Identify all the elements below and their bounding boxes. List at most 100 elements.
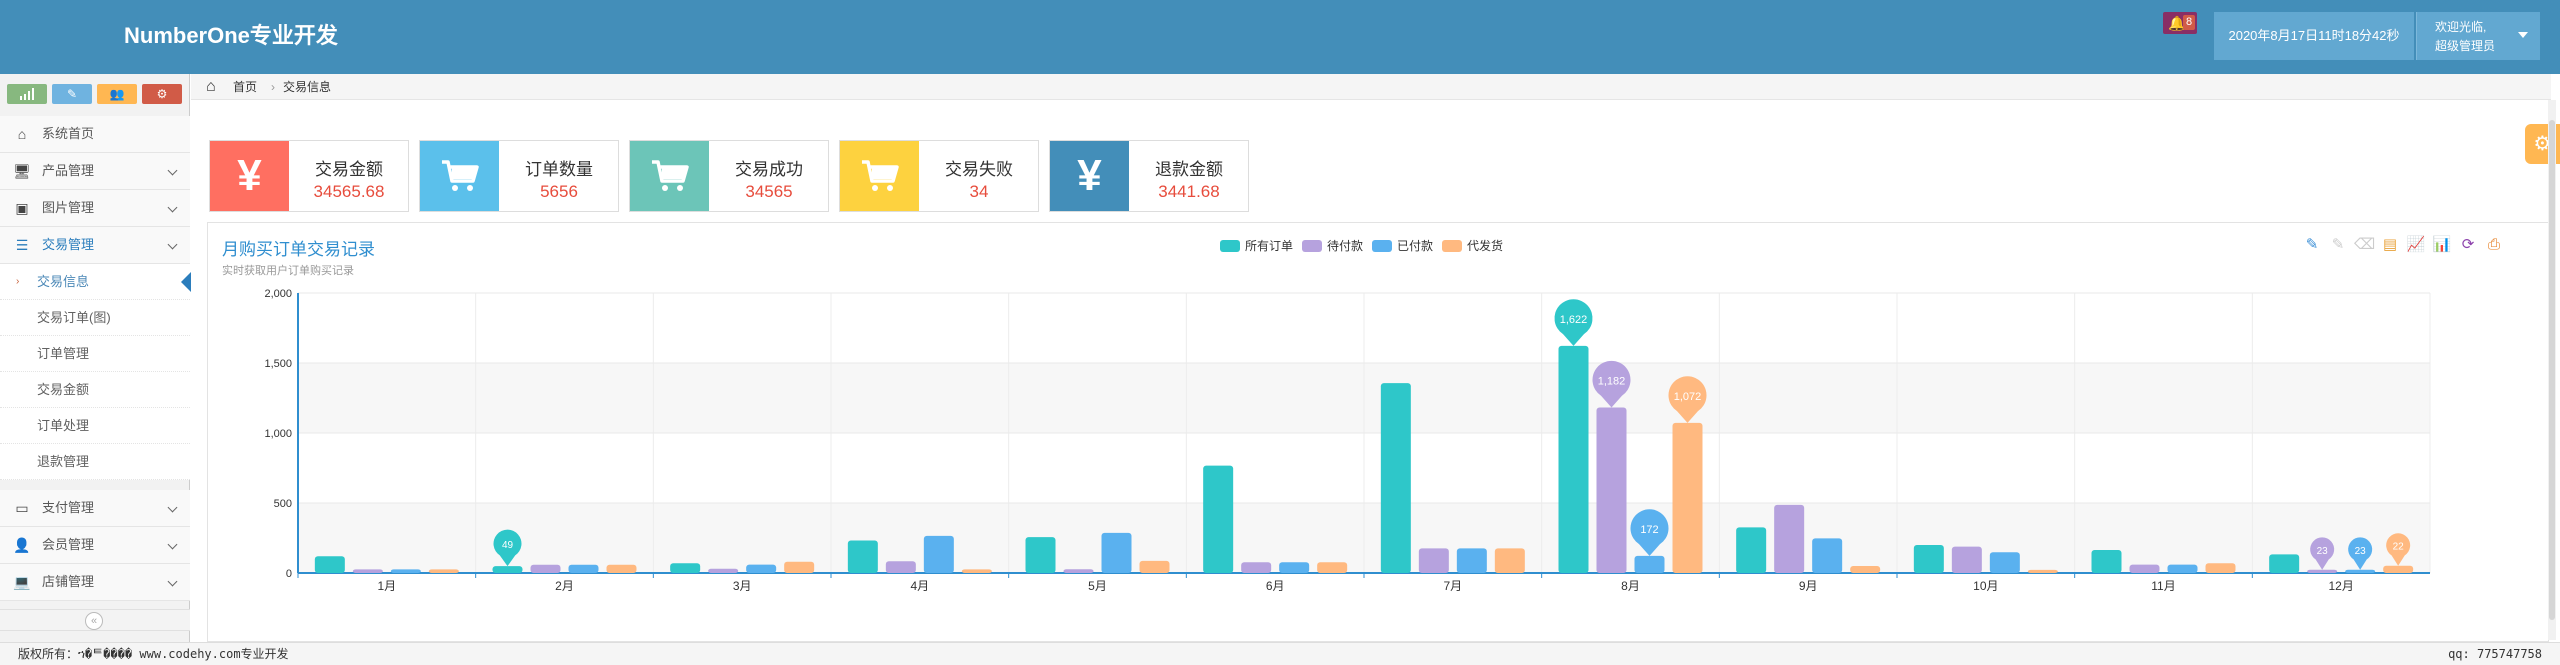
sidebar-subitem-trade-info[interactable]: › 交易信息 (0, 264, 191, 300)
sidebar-item-pictures[interactable]: ▣ 图片管理 (0, 190, 190, 227)
shortcut-settings-button[interactable]: ⚙ (142, 84, 182, 104)
bar-3-4 (923, 535, 954, 573)
desktop-icon: 🖥 (13, 163, 31, 179)
bar-1-5 (1025, 537, 1056, 573)
brand-logo[interactable]: NumberOne专业开发 (124, 18, 338, 50)
sidebar-subitem-label: 订单管理 (37, 346, 90, 361)
mark-clear-tool-button[interactable]: ⌫ (2354, 235, 2375, 255)
breadcrumb: ⌂ 首页 › 交易信息 (191, 74, 2551, 100)
sidebar-subitem-order-processing[interactable]: 订单处理 (0, 408, 190, 444)
sidebar-item-label: 图片管理 (42, 200, 95, 215)
bar-1-11 (2091, 550, 2122, 573)
bar-chart-tool-button[interactable]: 📊 (2432, 235, 2452, 255)
bar-2-5 (1063, 569, 1094, 573)
marker-label: 172 (1640, 524, 1658, 536)
stat-card-trade-success: 交易成功 34565 (629, 140, 829, 212)
sidebar-item-transactions[interactable]: ☰ 交易管理 (0, 227, 190, 264)
data-view-tool-button[interactable]: ▤ (2380, 235, 2400, 255)
bar-3-2 (568, 564, 599, 573)
chevron-down-icon (167, 165, 178, 176)
bar-4-9 (1850, 566, 1881, 573)
mark-undo-tool-button[interactable]: ✎ (2328, 235, 2348, 255)
sidebar-item-label: 店铺管理 (42, 574, 95, 589)
marker-label: 1,072 (1674, 391, 1702, 403)
bar-1-2 (492, 566, 523, 573)
stat-label: 交易金额 (315, 160, 383, 179)
footer-qq: qq: 775747758 (2448, 647, 2542, 661)
bar-2-10 (1951, 546, 1982, 573)
scrollbar-thumb[interactable] (2549, 120, 2555, 620)
legend-item-pending-payment[interactable]: 待付款 (1302, 237, 1363, 254)
line-chart-icon: 📈 (2406, 236, 2426, 253)
notification-button[interactable]: 🔔 8 (2163, 12, 2197, 34)
bar-4-6 (1317, 562, 1348, 573)
stat-value: 3441.68 (1158, 182, 1220, 201)
sidebar-subitem-trade-amount[interactable]: 交易金额 (0, 372, 190, 408)
bar-chart-icon: 📊 (2432, 236, 2452, 253)
sidebar-item-stores[interactable]: 💻 店铺管理 (0, 564, 190, 601)
sidebar-item-members[interactable]: 👤 会员管理 (0, 527, 190, 564)
sidebar-subitem-trade-orders-chart[interactable]: 交易订单(图) (0, 300, 190, 336)
legend-swatch (1442, 240, 1462, 252)
legend-item-paid[interactable]: 已付款 (1372, 237, 1433, 254)
x-tick-label: 10月 (1973, 579, 1998, 593)
mark-tool-button[interactable]: ✎ (2302, 235, 2322, 255)
legend-item-all-orders[interactable]: 所有订单 (1220, 237, 1293, 254)
legend-swatch (1220, 240, 1240, 252)
shortcut-users-button[interactable]: 👥 (97, 84, 137, 104)
bar-chart: 0 500 1,000 1,500 2,000 1月 2月 3月 4月 5月 6月 7月 8月 9月 10月… (264, 288, 2431, 593)
group-icon: 👥 (109, 87, 125, 101)
sidebar-item-payments[interactable]: ▭ 支付管理 (0, 490, 190, 527)
breadcrumb-home-link[interactable]: 首页 (233, 74, 257, 100)
bar-4-2 (606, 564, 637, 573)
x-tick-label: 3月 (733, 579, 752, 593)
bar-1-3 (670, 563, 701, 573)
x-tick-label: 8月 (1621, 579, 1640, 593)
page-scrollbar[interactable] (2548, 100, 2556, 640)
bar-2-11 (2129, 564, 2160, 573)
chevron-down-icon (167, 239, 178, 250)
y-tick-label: 500 (274, 498, 292, 510)
sidebar-subitem-order-management[interactable]: 订单管理 (0, 336, 190, 372)
x-tick-label: 7月 (1443, 579, 1462, 593)
shortcut-edit-button[interactable]: ✎ (52, 84, 92, 104)
x-tick-label: 9月 (1799, 579, 1818, 593)
sidebar-collapse-button[interactable]: « (85, 612, 103, 630)
sidebar-subitem-label: 交易金额 (37, 382, 90, 397)
legend-item-to-ship[interactable]: 代发货 (1442, 237, 1503, 254)
user-menu-button[interactable]: 欢迎光临, 超级管理员 (2416, 12, 2540, 60)
marker-label: 1,622 (1560, 314, 1588, 326)
sidebar-subitem-refund-management[interactable]: 退款管理 (0, 444, 190, 480)
bar-4-5 (1139, 560, 1170, 573)
x-tick-label: 6月 (1266, 579, 1285, 593)
stat-value: 5656 (540, 182, 578, 201)
x-tick-label: 11月 (2151, 579, 2175, 593)
shortcut-stats-button[interactable] (7, 84, 47, 104)
bar-4-12 (2383, 565, 2414, 573)
caret-right-icon: › (16, 276, 20, 287)
bar-1-7 (1380, 383, 1411, 573)
bar-1-8 (1558, 345, 1589, 573)
mark-undo-icon: ✎ (2331, 236, 2345, 253)
cart-icon (420, 141, 499, 211)
stat-label: 交易成功 (735, 160, 803, 179)
stat-value: 34565.68 (313, 182, 385, 201)
marker-label: 22 (2393, 542, 2405, 553)
bar-3-11 (2167, 564, 2198, 573)
home-icon: ⌂ (206, 78, 216, 95)
bar-4-1 (428, 569, 459, 573)
bar-2-8 (1596, 407, 1627, 573)
x-tick-label: 2月 (555, 579, 574, 593)
line-chart-tool-button[interactable]: 📈 (2406, 235, 2426, 255)
chevron-down-icon (167, 576, 178, 587)
double-angle-left-icon: « (90, 615, 98, 627)
sidebar-item-products[interactable]: 🖥 产品管理 (0, 153, 190, 190)
sidebar-subitem-label: 退款管理 (37, 454, 90, 469)
restore-tool-button[interactable]: ⟳ (2458, 235, 2478, 255)
save-image-tool-button[interactable]: ⎙ (2484, 235, 2504, 255)
bar-2-2 (530, 564, 561, 573)
picture-icon: ▣ (15, 200, 29, 216)
sidebar-item-home[interactable]: ⌂ 系统首页 (0, 116, 190, 153)
notification-badge: 8 (2183, 15, 2196, 30)
sidebar-subitem-label: 订单处理 (37, 418, 90, 433)
